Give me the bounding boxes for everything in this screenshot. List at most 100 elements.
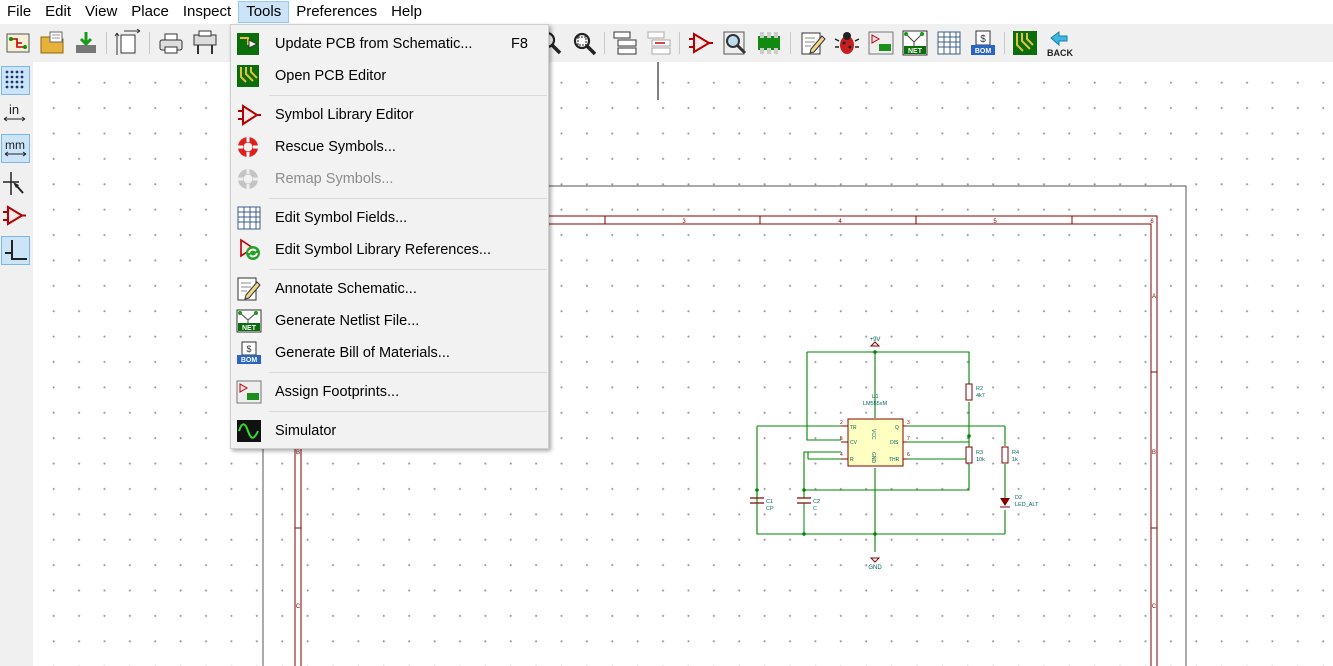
menu-annotate-schematic[interactable]: Annotate Schematic... (231, 273, 548, 305)
svg-text:CP: CP (766, 506, 774, 512)
edit-lib-refs-icon (236, 238, 262, 262)
simulator-icon (236, 419, 262, 443)
menu-bar: File Edit View Place Inspect Tools Prefe… (0, 0, 1333, 24)
svg-text:5: 5 (840, 436, 843, 442)
wire-angle-45-icon[interactable] (1, 236, 30, 265)
menu-simulator[interactable]: Simulator (231, 415, 548, 447)
netlist-icon: NET (236, 309, 262, 333)
menu-assign-footprints[interactable]: Assign Footprints... (231, 376, 548, 408)
schematic-canvas[interactable]: 3 4 5 6 A B B C C +9V GND U1 LM555xM 2 T… (33, 62, 1333, 666)
svg-text:R3: R3 (976, 450, 983, 456)
svg-text:NET: NET (242, 325, 257, 332)
svg-text:D2: D2 (1015, 495, 1022, 501)
bom-icon: $ BOM (236, 341, 262, 365)
svg-text:C2: C2 (813, 499, 820, 505)
zoom-selection-icon[interactable] (570, 29, 598, 57)
menu-edit-symbol-fields[interactable]: Edit Symbol Fields... (231, 202, 548, 234)
menu-tools[interactable]: Tools (238, 1, 290, 23)
cursor-crosshair-icon[interactable] (1, 170, 30, 199)
svg-text:7: 7 (907, 436, 910, 442)
open-folder-icon[interactable] (38, 29, 66, 57)
r4-resistor (1001, 446, 1009, 464)
menu-remap-symbols[interactable]: Remap Symbols... (231, 163, 548, 195)
u1-ref: U1 (871, 394, 878, 400)
menu-generate-netlist[interactable]: NET Generate Netlist File... (231, 305, 548, 337)
menu-generate-bom[interactable]: $ BOM Generate Bill of Materials... (231, 337, 548, 369)
d2-led (1000, 498, 1010, 506)
r2-resistor (965, 383, 973, 401)
symbol-editor-icon (236, 103, 262, 127)
menu-edit[interactable]: Edit (38, 1, 78, 23)
pcb-editor-toolbar-icon[interactable] (1011, 29, 1039, 57)
svg-text:in: in (9, 102, 19, 117)
main-toolbar: NET $ BOM BACK (0, 24, 1333, 62)
menu-open-pcb-editor[interactable]: Open PCB Editor (231, 60, 548, 92)
sheet-row-label: C (296, 604, 301, 610)
svg-text:4: 4 (840, 452, 843, 458)
symbol-fields-table-icon[interactable] (935, 29, 963, 57)
svg-text:mm: mm (5, 138, 25, 152)
annotate-toolbar-icon[interactable] (799, 29, 827, 57)
update-pcb-icon (236, 32, 262, 56)
tools-menu-dropdown: Update PCB from Schematic... F8 Open PCB… (230, 24, 549, 449)
sheet-col-label: 6 (1150, 219, 1154, 225)
menu-preferences[interactable]: Preferences (289, 1, 384, 23)
table-icon (236, 206, 262, 230)
sheet-row-label: B (1152, 450, 1156, 456)
svg-text:2: 2 (840, 420, 843, 426)
remap-icon (236, 167, 262, 191)
svg-text:4k7: 4k7 (976, 393, 985, 399)
svg-text:VCC: VCC (870, 429, 876, 440)
menu-inspect[interactable]: Inspect (176, 1, 238, 23)
menu-file[interactable]: File (0, 1, 38, 23)
units-inches-button[interactable]: in (1, 100, 30, 129)
svg-text:GND: GND (870, 452, 876, 464)
page-settings-icon[interactable] (114, 28, 142, 57)
svg-text:6: 6 (907, 452, 910, 458)
menu-help[interactable]: Help (384, 1, 429, 23)
svg-text:BACK: BACK (1047, 48, 1073, 57)
menu-update-pcb[interactable]: Update PCB from Schematic... F8 (231, 28, 548, 60)
schematic-setup-icon[interactable] (4, 29, 32, 57)
svg-text:BOM: BOM (975, 48, 992, 55)
symbol-browser-icon[interactable] (721, 29, 749, 57)
menu-rescue-symbols[interactable]: Rescue Symbols... (231, 131, 548, 163)
erc-bug-icon[interactable] (833, 29, 861, 57)
gnd-symbol (869, 557, 881, 563)
c2-capacitor (797, 497, 811, 504)
svg-text:C: C (813, 506, 817, 512)
svg-text:$: $ (980, 34, 986, 45)
svg-text:LED_ALT: LED_ALT (1015, 502, 1039, 508)
back-button[interactable]: BACK (1045, 29, 1075, 58)
svg-text:CV: CV (850, 440, 858, 446)
svg-text:Q: Q (895, 425, 899, 431)
units-mm-button[interactable]: mm (1, 134, 30, 163)
menu-edit-symbol-library-references[interactable]: Edit Symbol Library References... (231, 234, 548, 266)
svg-text:10k: 10k (976, 457, 985, 463)
menu-view[interactable]: View (78, 1, 124, 23)
svg-text:THR: THR (889, 457, 900, 463)
svg-text:TR: TR (850, 425, 857, 431)
save-icon[interactable] (72, 29, 100, 57)
assign-footprints-toolbar-icon[interactable] (867, 29, 895, 57)
leave-sheet-icon[interactable] (645, 29, 673, 57)
print-icon[interactable] (157, 29, 185, 57)
symbol-editor-toolbar-icon[interactable] (687, 29, 715, 57)
svg-text:R: R (850, 457, 854, 463)
menu-place[interactable]: Place (124, 1, 176, 23)
grid-toggle-icon[interactable] (1, 66, 30, 95)
annotate-icon (236, 277, 262, 301)
footprint-browser-icon[interactable] (755, 29, 783, 57)
power-9v-label: +9V (870, 337, 881, 343)
menu-symbol-library-editor[interactable]: Symbol Library Editor (231, 99, 548, 131)
plot-icon[interactable] (191, 29, 219, 57)
svg-text:DIS: DIS (890, 440, 899, 446)
left-toolbar: in mm (0, 62, 33, 666)
pcb-editor-icon (236, 64, 262, 88)
hierarchy-navigator-icon[interactable] (611, 29, 639, 57)
hidden-pins-icon[interactable] (1, 202, 30, 231)
netlist-toolbar-icon[interactable]: NET (901, 29, 929, 57)
svg-text:R4: R4 (1012, 450, 1019, 456)
bom-toolbar-icon[interactable]: $ BOM (969, 29, 997, 57)
footprint-icon (236, 380, 262, 404)
